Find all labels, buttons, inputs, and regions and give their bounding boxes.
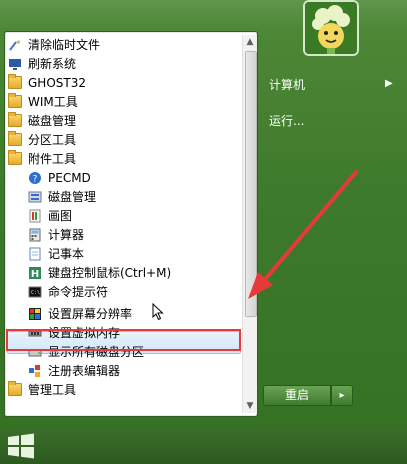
notepad-icon: [28, 247, 42, 261]
keyboard-mouse-icon: H: [28, 266, 42, 280]
program-list-item[interactable]: 计算器: [5, 225, 262, 244]
broom-icon: [8, 38, 22, 52]
taskbar: [0, 428, 407, 464]
folder-icon: [8, 131, 22, 147]
program-list-item-label: 键盘控制鼠标(Ctrl+M): [48, 266, 172, 280]
program-list-item-label: 分区工具: [28, 133, 77, 147]
svg-text:C:\: C:\: [31, 290, 40, 296]
program-list-item-label: 命令提示符: [48, 285, 109, 299]
monitor-icon: [8, 57, 22, 71]
svg-text:?: ?: [33, 174, 38, 184]
registry-icon: [28, 364, 42, 378]
program-list-item-label: 磁盘管理: [48, 190, 97, 204]
program-list-item[interactable]: 磁盘管理: [5, 111, 242, 130]
program-list-item-label: 画图: [48, 209, 73, 223]
folder-icon: [8, 112, 22, 128]
program-list-item[interactable]: 磁盘管理: [5, 187, 262, 206]
folder-icon: [8, 381, 22, 397]
program-list-panel: 清除临时文件 刷新系统 GHOST32 WIM工具 磁盘管理 分区工具 附件工具? PECMD…: [4, 31, 258, 417]
program-list-item[interactable]: WIM工具: [5, 92, 242, 111]
restart-button[interactable]: 重启: [263, 385, 331, 406]
program-list-scrollbar[interactable]: ▲ ▼: [242, 35, 257, 413]
program-list-item-label: 记事本: [48, 247, 85, 261]
program-list-item[interactable]: H 键盘控制鼠标(Ctrl+M): [5, 263, 262, 282]
mouse-cursor-icon: [152, 303, 164, 321]
program-list-item-label: 刷新系统: [28, 57, 77, 71]
folder-icon: [8, 150, 22, 166]
calculator-icon: [28, 228, 42, 242]
scroll-up-icon[interactable]: ▲: [243, 35, 257, 49]
program-list-item[interactable]: 刷新系统: [5, 54, 242, 73]
start-button[interactable]: [5, 431, 37, 461]
computer-arrow-icon[interactable]: ▶: [385, 78, 393, 89]
program-list-item-label: 磁盘管理: [28, 114, 77, 128]
scroll-thumb[interactable]: [245, 51, 257, 317]
program-list-item-label: 设置屏幕分辨率: [48, 307, 133, 321]
program-list-item-label: 管理工具: [28, 383, 77, 397]
disk-management-icon: [28, 190, 42, 204]
program-list-item[interactable]: 管理工具: [5, 380, 242, 399]
program-list-item[interactable]: 分区工具: [5, 130, 242, 149]
folder-icon: [8, 74, 22, 90]
program-list-item[interactable]: 注册表编辑器: [5, 361, 262, 380]
program-list-item-label: PECMD: [48, 170, 91, 185]
program-list-item-label: 计算器: [48, 228, 85, 242]
program-list-item[interactable]: C:\ 命令提示符: [5, 282, 262, 301]
display-resolution-icon: [28, 307, 42, 321]
folder-icon: [8, 93, 22, 109]
question-icon: ?: [28, 171, 42, 185]
program-list-item-label: 注册表编辑器: [48, 364, 121, 378]
program-list-item[interactable]: GHOST32: [5, 73, 242, 92]
run-link[interactable]: 运行...: [269, 112, 304, 129]
user-avatar[interactable]: [303, 0, 359, 56]
svg-text:H: H: [31, 269, 39, 280]
computer-link[interactable]: 计算机: [269, 76, 305, 93]
program-list-item-label: 清除临时文件: [28, 38, 101, 52]
shutdown-options-arrow-icon[interactable]: ▸: [331, 385, 353, 406]
program-list-item-label: WIM工具: [28, 95, 78, 109]
program-list-item-label: 附件工具: [28, 152, 77, 166]
windows-logo-icon: [8, 433, 34, 459]
program-list-item[interactable]: 记事本: [5, 244, 262, 263]
paint-icon: [28, 209, 42, 223]
program-list-item[interactable]: 设置屏幕分辨率: [5, 304, 262, 323]
scroll-down-icon[interactable]: ▼: [243, 399, 257, 413]
program-list-item-label: GHOST32: [28, 75, 86, 90]
program-list-item[interactable]: ? PECMD: [5, 168, 262, 187]
cauliflower-avatar-icon: [305, 2, 357, 54]
cmd-icon: C:\: [28, 285, 42, 299]
program-list-item[interactable]: 附件工具: [5, 149, 242, 168]
program-list-item[interactable]: 清除临时文件: [5, 35, 242, 54]
program-list-item[interactable]: 画图: [5, 206, 262, 225]
annotation-highlight-box: [6, 329, 241, 351]
